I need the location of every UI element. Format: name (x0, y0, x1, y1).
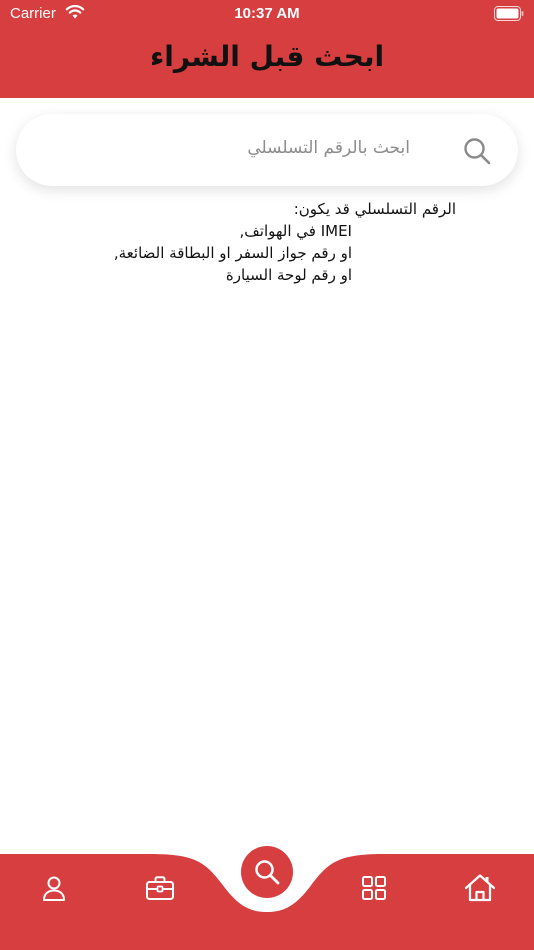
profile-icon (43, 876, 65, 901)
header: Carrier 10:37 AM ابحث قبل الشراء (0, 0, 534, 98)
status-time: 10:37 AM (234, 5, 300, 22)
home-icon (464, 874, 496, 902)
info-line-imei: IMEI في الهواتف, (239, 222, 352, 240)
grid-icon (362, 876, 386, 900)
search-icon[interactable] (462, 136, 492, 166)
info-line-passport: او رقم جواز السفر او البطاقة الضائعة, (113, 244, 352, 262)
battery-icon (494, 6, 524, 21)
nav-profile-button[interactable] (32, 866, 76, 910)
nav-grid-button[interactable] (352, 866, 396, 910)
nav-search-button[interactable] (241, 846, 293, 898)
info-heading: الرقم التسلسلي قد يكون: (293, 200, 456, 218)
nav-briefcase-button[interactable] (138, 866, 182, 910)
page-title: ابحث قبل الشراء (149, 40, 385, 73)
bottom-nav (0, 846, 534, 950)
info-line-plate: او رقم لوحة السيارة (225, 266, 352, 284)
search-input[interactable]: ابحث بالرقم التسلسلي (247, 138, 410, 158)
serial-info: الرقم التسلسلي قد يكون: IMEI في الهواتف,… (56, 198, 456, 286)
search-icon (255, 860, 280, 885)
status-bar: Carrier 10:37 AM (0, 0, 534, 28)
search-field[interactable]: ابحث بالرقم التسلسلي (16, 114, 518, 186)
nav-home-button[interactable] (458, 866, 502, 910)
briefcase-icon (146, 876, 174, 900)
